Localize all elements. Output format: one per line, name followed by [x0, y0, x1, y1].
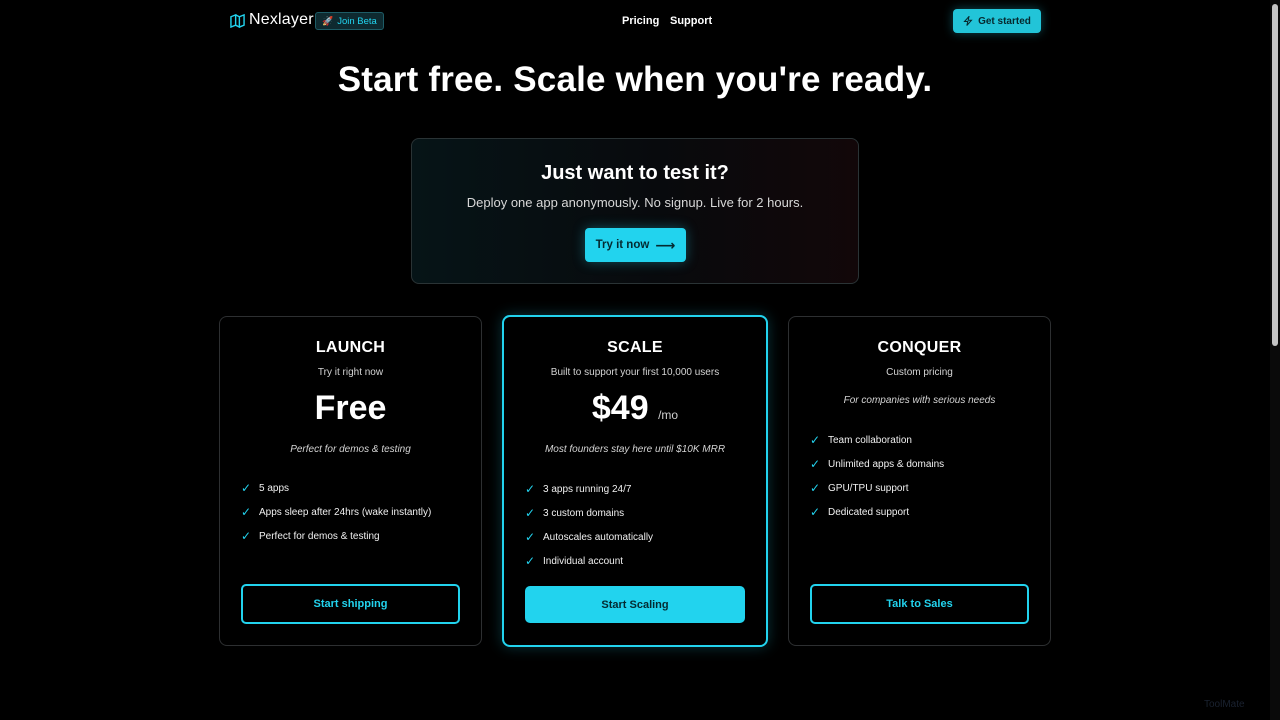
- plan-card-conquer: CONQUER Custom pricing For companies wit…: [788, 316, 1051, 646]
- feature-label: 3 custom domains: [543, 507, 625, 519]
- plan-tagline: Try it right now: [317, 367, 384, 378]
- test-it-panel: Just want to test it? Deploy one app ano…: [411, 138, 859, 284]
- feature-item: ✓ Dedicated support: [810, 500, 944, 524]
- brand-name: Nexlayer: [249, 11, 314, 28]
- plan-features: ✓ Team collaboration ✓ Unlimited apps & do…: [810, 428, 944, 524]
- check-icon: ✓: [810, 433, 821, 447]
- plan-note: Perfect for demos & testing: [290, 444, 411, 455]
- feature-item: ✓ GPU/TPU support: [810, 476, 944, 500]
- arrow-right-icon: ⟶: [655, 236, 676, 253]
- nav-link-pricing[interactable]: Pricing: [622, 15, 659, 27]
- plan-card-scale: SCALE Built to support your first 10,000…: [502, 315, 768, 647]
- try-it-now-label: Try it now: [595, 239, 650, 251]
- lightning-icon: [963, 16, 973, 26]
- check-icon: ✓: [525, 530, 536, 544]
- top-nav: Nexlayer 🚀 Join Beta Pricing Support Get…: [0, 0, 1270, 42]
- join-beta-label: Join Beta: [337, 15, 377, 27]
- brand-logo[interactable]: Nexlayer: [230, 11, 314, 29]
- plan-features: ✓ 3 apps running 24/7 ✓ 3 custom domains ✓…: [525, 477, 653, 573]
- feature-item: ✓ Perfect for demos & testing: [241, 524, 431, 548]
- feature-item: ✓ Unlimited apps & domains: [810, 452, 944, 476]
- plan-price-value: $49: [591, 389, 649, 427]
- plan-tagline: Built to support your first 10,000 users: [550, 367, 720, 378]
- plan-tagline: Custom pricing: [886, 367, 953, 378]
- plan-name: SCALE: [607, 339, 663, 356]
- plan-price-unit: /mo: [658, 408, 679, 422]
- feature-label: Individual account: [543, 555, 624, 567]
- check-icon: ✓: [241, 481, 252, 495]
- page-scrollbar[interactable]: [1270, 0, 1280, 720]
- join-beta-badge[interactable]: 🚀 Join Beta: [315, 12, 384, 30]
- talk-to-sales-button[interactable]: Talk to Sales: [810, 584, 1029, 624]
- get-started-button[interactable]: Get started: [953, 9, 1041, 33]
- plan-price: $49 /mo: [504, 389, 766, 428]
- check-icon: ✓: [241, 505, 252, 519]
- feature-item: ✓ 3 apps running 24/7: [525, 477, 653, 501]
- plan-features: ✓ 5 apps ✓ Apps sleep after 24hrs (wake in…: [241, 476, 431, 548]
- check-icon: ✓: [810, 481, 821, 495]
- feature-label: Autoscales automatically: [543, 531, 654, 543]
- plan-name: LAUNCH: [315, 339, 386, 356]
- feature-label: 5 apps: [259, 482, 290, 494]
- plan-name: CONQUER: [877, 339, 962, 356]
- feature-item: ✓ 3 custom domains: [525, 501, 653, 525]
- feature-item: ✓ Autoscales automatically: [525, 525, 653, 549]
- test-it-subtitle: Deploy one app anonymously. No signup. L…: [466, 195, 804, 210]
- plan-price-value: Free: [314, 389, 387, 427]
- feature-item: ✓ Individual account: [525, 549, 653, 573]
- start-shipping-button[interactable]: Start shipping: [241, 584, 460, 624]
- rocket-icon: 🚀: [322, 15, 334, 26]
- watermark: ToolMate: [1204, 699, 1245, 710]
- feature-label: Perfect for demos & testing: [259, 530, 380, 542]
- feature-label: Dedicated support: [828, 506, 910, 518]
- feature-label: Apps sleep after 24hrs (wake instantly): [259, 506, 432, 518]
- check-icon: ✓: [241, 529, 252, 543]
- feature-label: 3 apps running 24/7: [543, 483, 632, 495]
- feature-item: ✓ 5 apps: [241, 476, 431, 500]
- check-icon: ✓: [810, 457, 821, 471]
- plan-note: For companies with serious needs: [843, 395, 996, 406]
- watermark-text: ToolMate: [1204, 699, 1245, 710]
- try-it-now-button[interactable]: Try it now ⟶: [585, 228, 686, 262]
- test-it-title: Just want to test it?: [541, 162, 729, 184]
- logo-icon: [230, 13, 245, 28]
- start-scaling-button[interactable]: Start Scaling: [525, 586, 745, 623]
- plan-note: Most founders stay here until $10K MRR: [544, 444, 726, 455]
- scrollbar-thumb[interactable]: [1272, 4, 1278, 346]
- feature-item: ✓ Apps sleep after 24hrs (wake instantly): [241, 500, 431, 524]
- check-icon: ✓: [810, 505, 821, 519]
- plan-card-launch: LAUNCH Try it right now Free Perfect for…: [219, 316, 482, 646]
- feature-label: GPU/TPU support: [828, 482, 909, 494]
- get-started-label: Get started: [978, 15, 1031, 27]
- plan-price: Free: [220, 389, 481, 428]
- feature-label: Unlimited apps & domains: [828, 458, 945, 470]
- nav-link-support[interactable]: Support: [670, 15, 712, 27]
- feature-item: ✓ Team collaboration: [810, 428, 944, 452]
- page-title: Start free. Scale when you're ready.: [337, 60, 933, 99]
- check-icon: ✓: [525, 506, 536, 520]
- check-icon: ✓: [525, 554, 536, 568]
- check-icon: ✓: [525, 482, 536, 496]
- feature-label: Team collaboration: [828, 434, 912, 446]
